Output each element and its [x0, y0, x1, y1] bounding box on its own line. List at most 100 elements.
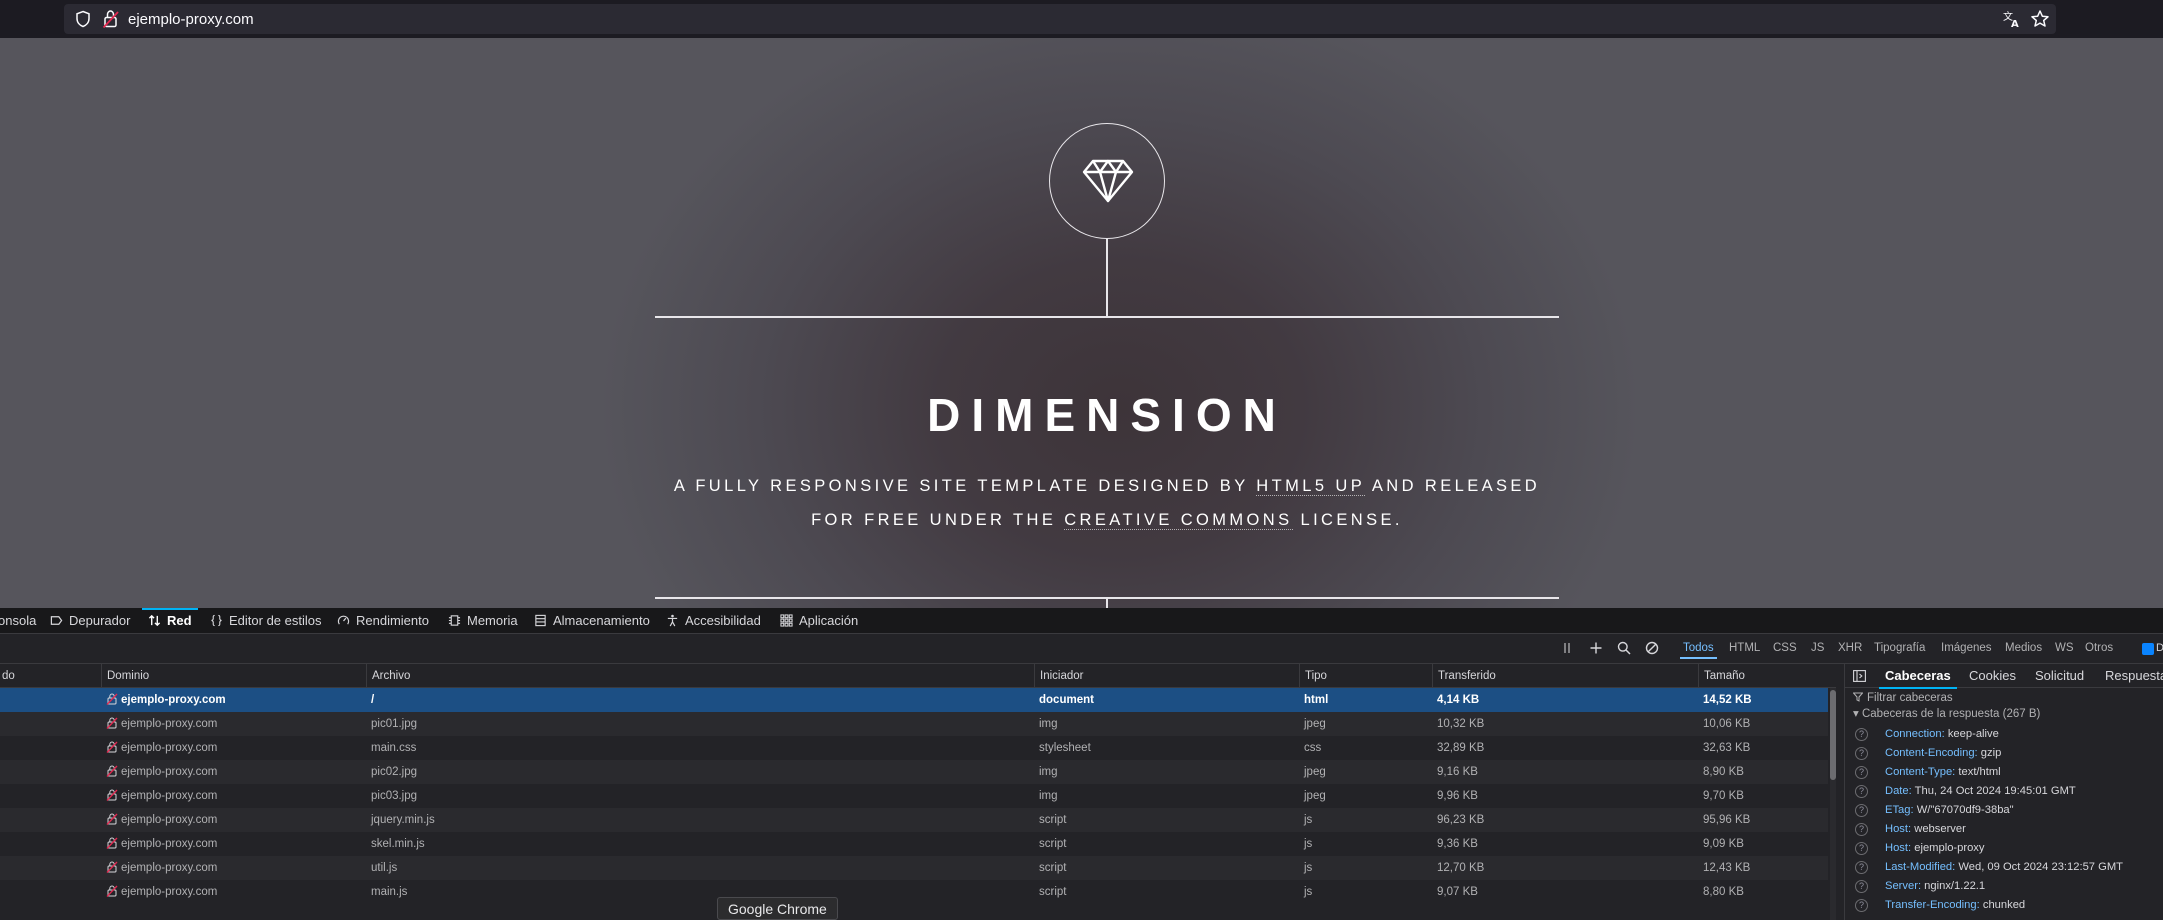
cell-transferred: 4,14 KB [1432, 688, 1479, 712]
cell-domain: ejemplo-proxy.com [101, 736, 217, 760]
help-icon[interactable]: ? [1855, 861, 1868, 874]
filter-ws[interactable]: WS [2055, 642, 2074, 654]
scrollbar-thumb[interactable] [1830, 690, 1836, 780]
help-icon[interactable]: ? [1855, 728, 1868, 741]
cell-text: 4,14 KB [1437, 694, 1480, 706]
filter-other[interactable]: Otros [2085, 642, 2113, 654]
tab-accessibility[interactable]: Accesibilidad [666, 608, 761, 634]
creative-commons-link[interactable]: CREATIVE COMMONS [1064, 511, 1293, 530]
filter-icon [1853, 692, 1863, 702]
help-icon[interactable]: ? [1855, 899, 1868, 912]
insecure-connection-icon [106, 693, 118, 705]
cell-text: jpeg [1304, 766, 1326, 778]
tab-debugger[interactable]: Depurador [50, 608, 130, 634]
help-icon[interactable]: ? [1855, 880, 1868, 893]
filter-headers-field[interactable]: Filtrar cabeceras [1853, 692, 1953, 704]
response-header-row[interactable]: ? Last-Modified: Wed, 09 Oct 2024 23:12:5… [1845, 858, 2163, 877]
response-header-row[interactable]: ? Host: ejemplo-proxy [1845, 839, 2163, 858]
tagline-text: FOR FREE UNDER THE [811, 511, 1065, 529]
filter-css[interactable]: CSS [1773, 642, 1797, 654]
response-header-row[interactable]: ? Content-Type: text/html [1845, 763, 2163, 782]
response-header-row[interactable]: ? ETag: W/"67070df9-38ba" [1845, 801, 2163, 820]
table-row[interactable]: ejemplo-proxy.com util.js script js 12,70 KB… [0, 856, 1828, 880]
response-header-row[interactable]: ? Connection: keep-alive [1845, 725, 2163, 744]
help-icon[interactable]: ? [1855, 766, 1868, 779]
header-value: Wed, 09 Oct 2024 23:12:57 GMT [1958, 861, 2123, 873]
clear-icon[interactable] [1645, 641, 1659, 655]
tab-label: Depurador [69, 613, 131, 628]
filter-xhr[interactable]: XHR [1838, 642, 1862, 654]
cell-transferred: 96,23 KB [1432, 808, 1484, 832]
table-row[interactable]: ejemplo-proxy.com jquery.min.js script js 96… [0, 808, 1828, 832]
help-icon[interactable]: ? [1855, 804, 1868, 817]
url-bar[interactable]: ejemplo-proxy.com 文 A [64, 4, 2056, 34]
response-headers-section-toggle[interactable]: ▾ Cabeceras de la respuesta (267 B) [1853, 706, 2040, 720]
filter-media[interactable]: Medios [2005, 642, 2042, 654]
tracking-protection-shield-icon[interactable] [74, 10, 92, 28]
table-scrollbar[interactable] [1830, 688, 1836, 920]
search-icon[interactable] [1617, 641, 1631, 655]
header-name: Last-Modified: [1885, 861, 1956, 873]
cell-type: js [1299, 880, 1312, 904]
details-tab-cookies[interactable]: Cookies [1969, 664, 2016, 688]
column-header-type[interactable]: Tipo [1299, 664, 1432, 688]
translate-icon[interactable]: 文 A [2002, 9, 2022, 29]
cell-text: skel.min.js [371, 838, 425, 850]
details-tab-response[interactable]: Respuesta [2105, 664, 2163, 688]
help-icon[interactable]: ? [1855, 747, 1868, 760]
column-header-initiator[interactable]: Iniciador [1034, 664, 1299, 688]
column-header-file[interactable]: Archivo [366, 664, 1034, 688]
dock-panel-icon[interactable] [1853, 670, 1866, 682]
tab-network[interactable]: Red [142, 608, 198, 634]
tab-console[interactable]: onsola [0, 608, 36, 634]
filter-fonts[interactable]: Tipografía [1874, 642, 1925, 654]
insecure-lock-icon[interactable] [102, 9, 120, 29]
cell-text: img [1039, 790, 1058, 802]
cell-file: main.js [366, 880, 407, 904]
response-header-row[interactable]: ? Host: webserver [1845, 820, 2163, 839]
add-icon[interactable] [1589, 641, 1603, 655]
cell-size: 9,70 KB [1698, 784, 1744, 808]
url-text[interactable]: ejemplo-proxy.com [128, 11, 254, 28]
column-header-size[interactable]: Tamaño [1698, 664, 1828, 688]
response-header-row[interactable]: ? Date: Thu, 24 Oct 2024 19:45:01 GMT [1845, 782, 2163, 801]
details-tab-request[interactable]: Solicitud [2035, 664, 2084, 688]
help-icon[interactable]: ? [1855, 823, 1868, 836]
cell-file: pic01.jpg [366, 712, 417, 736]
table-row[interactable]: ejemplo-proxy.com skel.min.js script js 9,36… [0, 832, 1828, 856]
table-row[interactable]: ejemplo-proxy.com main.js script js 9,07 KB 8… [0, 880, 1828, 904]
tab-style-editor[interactable]: Editor de estilos [210, 608, 322, 634]
help-icon[interactable]: ? [1855, 785, 1868, 798]
response-header-row[interactable]: ? Server: nginx/1.22.1 [1845, 877, 2163, 896]
table-row[interactable]: ejemplo-proxy.com pic03.jpg img jpeg 9,96 KB… [0, 784, 1828, 808]
column-header-transferred[interactable]: Transferido [1432, 664, 1698, 688]
tab-application[interactable]: Aplicación [780, 608, 858, 634]
table-row[interactable]: ejemplo-proxy.com / document html 4,14 KB 14,… [0, 688, 1828, 712]
table-row[interactable]: ejemplo-proxy.com pic01.jpg img jpeg 10,32 K… [0, 712, 1828, 736]
table-row[interactable]: ejemplo-proxy.com main.css stylesheet css 32… [0, 736, 1828, 760]
help-icon[interactable]: ? [1855, 842, 1868, 855]
tab-storage[interactable]: Almacenamiento [534, 608, 650, 634]
bookmark-star-icon[interactable] [2030, 9, 2050, 29]
table-row[interactable]: ejemplo-proxy.com pic02.jpg img jpeg 9,16 KB… [0, 760, 1828, 784]
expand-triangle-icon: ▾ [1853, 708, 1862, 720]
tab-memory[interactable]: Memoria [448, 608, 518, 634]
network-toolbar: Todos HTML CSS JS XHR Tipografía Imágene… [0, 634, 2163, 664]
pause-icon[interactable] [1560, 641, 1574, 655]
cell-type: jpeg [1299, 760, 1326, 784]
disable-cache-checkbox[interactable] [2142, 643, 2154, 655]
column-header-status[interactable]: do [0, 664, 101, 688]
cell-text: jpeg [1304, 718, 1326, 730]
filter-html[interactable]: HTML [1729, 642, 1760, 654]
insecure-connection-icon [106, 813, 118, 825]
tab-performance[interactable]: Rendimiento [337, 608, 429, 634]
response-header-row[interactable]: ? Content-Encoding: gzip [1845, 744, 2163, 763]
header-value: W/"67070df9-38ba" [1916, 804, 2014, 816]
html5up-link[interactable]: HTML5 UP [1256, 477, 1365, 496]
filter-images[interactable]: Imágenes [1941, 642, 1992, 654]
column-header-domain[interactable]: Dominio [101, 664, 366, 688]
filter-js[interactable]: JS [1811, 642, 1824, 654]
filter-all[interactable]: Todos [1680, 642, 1717, 659]
details-tab-headers[interactable]: Cabeceras [1879, 664, 1957, 689]
response-header-row[interactable]: ? Transfer-Encoding: chunked [1845, 896, 2163, 915]
